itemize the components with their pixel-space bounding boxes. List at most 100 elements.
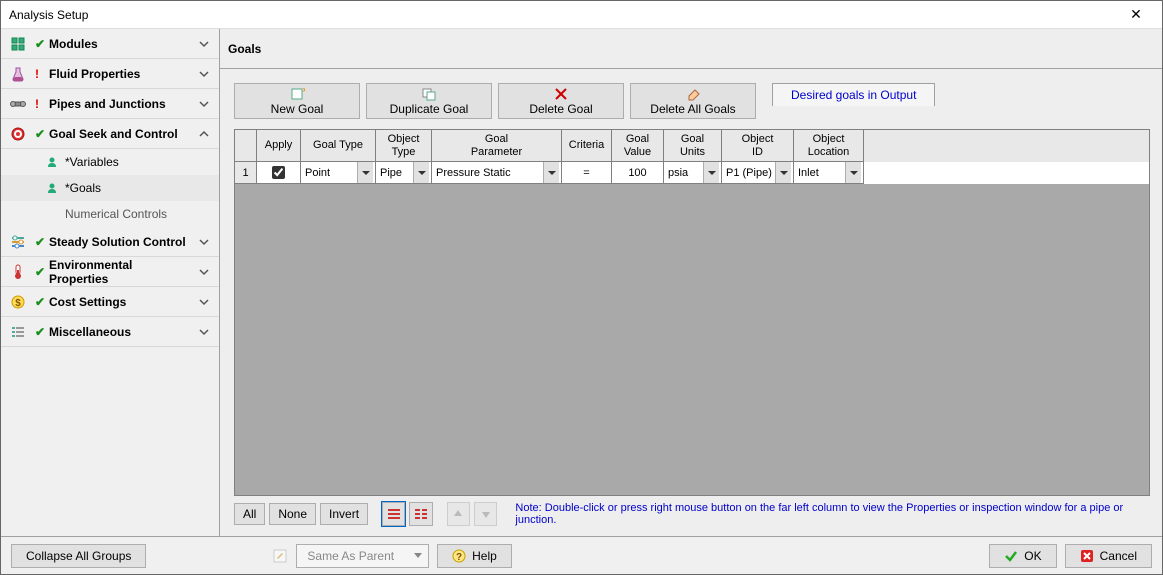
cell-goal-parameter[interactable]: Pressure Static (432, 162, 562, 184)
col-header-criteria[interactable]: Criteria (562, 130, 612, 162)
chevron-down-icon (197, 267, 211, 277)
chevron-down-icon (197, 99, 211, 109)
move-up-button[interactable] (447, 502, 470, 526)
sidebar-label: Steady Solution Control (49, 235, 189, 249)
cell-goal-value[interactable]: 100 (612, 162, 664, 184)
new-goal-button[interactable]: ✶ New Goal (234, 83, 360, 119)
sidebar-sub-label: *Variables (65, 155, 119, 169)
status-check-icon: ✔ (35, 37, 41, 51)
cell-object-type[interactable]: Pipe (376, 162, 432, 184)
sidebar: ✔ Modules ! Fluid Properties ! Pipes and… (1, 29, 220, 536)
same-as-parent-dropdown[interactable]: Same As Parent (296, 544, 429, 568)
main-header: Goals (220, 29, 1162, 69)
close-button[interactable]: ✕ (1116, 2, 1156, 28)
sidebar-item-fluid-properties[interactable]: ! Fluid Properties (1, 59, 219, 89)
cell-goal-type[interactable]: Point (301, 162, 376, 184)
tab-desired-goals-output[interactable]: Desired goals in Output (772, 83, 935, 106)
dropdown-button[interactable] (357, 162, 373, 183)
goals-grid: Apply Goal Type ObjectType GoalParameter… (234, 129, 1150, 496)
duplicate-goal-button[interactable]: Duplicate Goal (366, 83, 492, 119)
list-icon (9, 323, 27, 341)
sidebar-item-cost-settings[interactable]: $ ✔ Cost Settings (1, 287, 219, 317)
flask-icon (9, 65, 27, 83)
cancel-icon (1080, 549, 1094, 563)
tune-icon (9, 233, 27, 251)
ok-button[interactable]: OK (989, 544, 1056, 568)
toolbar: ✶ New Goal Duplicate Goal Delete Goal De… (234, 83, 1150, 119)
thermometer-icon (9, 263, 27, 281)
collapse-all-groups-button[interactable]: Collapse All Groups (11, 544, 146, 568)
col-header-object-type[interactable]: ObjectType (376, 130, 432, 162)
cell-object-id[interactable]: P1 (Pipe) (722, 162, 794, 184)
view-mode-2-button[interactable] (409, 502, 432, 526)
person-icon (45, 155, 59, 169)
delete-all-goals-button[interactable]: Delete All Goals (630, 83, 756, 119)
row-number[interactable]: 1 (235, 162, 257, 184)
chevron-down-icon (197, 327, 211, 337)
duplicate-icon (421, 87, 437, 101)
status-check-icon: ✔ (35, 235, 41, 249)
cancel-button[interactable]: Cancel (1065, 544, 1152, 568)
grid-header-row: Apply Goal Type ObjectType GoalParameter… (235, 130, 1149, 162)
svg-text:?: ? (456, 552, 462, 563)
edit-icon (272, 548, 288, 564)
sidebar-item-steady-solution[interactable]: ✔ Steady Solution Control (1, 227, 219, 257)
person-icon (45, 181, 59, 195)
chevron-down-icon (197, 297, 211, 307)
main-content: ✶ New Goal Duplicate Goal Delete Goal De… (220, 69, 1162, 536)
chevron-down-icon (197, 69, 211, 79)
cell-goal-units[interactable]: psia (664, 162, 722, 184)
status-check-icon: ✔ (35, 295, 41, 309)
footer: Collapse All Groups Same As Parent ? Hel… (1, 536, 1162, 574)
apply-checkbox[interactable] (272, 166, 285, 179)
col-header-goal-value[interactable]: GoalValue (612, 130, 664, 162)
dropdown-button[interactable] (775, 162, 791, 183)
cell-criteria[interactable]: = (562, 162, 612, 184)
sidebar-sub-label: *Goals (65, 181, 101, 195)
sidebar-sub-goals[interactable]: *Goals (1, 175, 219, 201)
dropdown-button[interactable] (413, 162, 429, 183)
col-header-object-id[interactable]: ObjectID (722, 130, 794, 162)
col-header-goal-type[interactable]: Goal Type (301, 130, 376, 162)
titlebar: Analysis Setup ✕ (1, 1, 1162, 29)
grid-body: 1 Point Pipe Pressure Static = 100 psia … (235, 162, 1149, 495)
move-down-button[interactable] (474, 502, 497, 526)
col-header-object-location[interactable]: ObjectLocation (794, 130, 864, 162)
dropdown-button[interactable] (845, 162, 861, 183)
select-all-button[interactable]: All (234, 503, 265, 525)
view-mode-1-button[interactable] (382, 502, 405, 526)
pipes-icon (9, 95, 27, 113)
sidebar-item-pipes-junctions[interactable]: ! Pipes and Junctions (1, 89, 219, 119)
sidebar-item-modules[interactable]: ✔ Modules (1, 29, 219, 59)
sidebar-label: Pipes and Junctions (49, 97, 189, 111)
sidebar-sub-numerical-controls[interactable]: Numerical Controls (1, 201, 219, 227)
sidebar-sub-variables[interactable]: *Variables (1, 149, 219, 175)
sidebar-item-environmental[interactable]: ✔ Environmental Properties (1, 257, 219, 287)
grid-note: Note: Double-click or press right mouse … (515, 502, 1150, 526)
select-none-button[interactable]: None (269, 503, 316, 525)
target-icon (9, 125, 27, 143)
help-button[interactable]: ? Help (437, 544, 512, 568)
cell-object-location[interactable]: Inlet (794, 162, 864, 184)
selection-bar: All None Invert Note: Double-click or pr… (234, 496, 1150, 536)
select-invert-button[interactable]: Invert (320, 503, 368, 525)
status-check-icon: ✔ (35, 127, 41, 141)
sidebar-item-miscellaneous[interactable]: ✔ Miscellaneous (1, 317, 219, 347)
check-icon (1004, 549, 1018, 563)
col-header-apply[interactable]: Apply (257, 130, 301, 162)
col-header-goal-parameter[interactable]: GoalParameter (432, 130, 562, 162)
help-icon: ? (452, 549, 466, 563)
dropdown-button[interactable] (703, 162, 719, 183)
col-header-goal-units[interactable]: GoalUnits (664, 130, 722, 162)
new-icon: ✶ (289, 87, 305, 101)
table-row[interactable]: 1 Point Pipe Pressure Static = 100 psia … (235, 162, 1149, 184)
delete-goal-button[interactable]: Delete Goal (498, 83, 624, 119)
sidebar-label: Goal Seek and Control (49, 127, 189, 141)
status-check-icon: ✔ (35, 265, 41, 279)
status-warning-icon: ! (35, 97, 41, 111)
col-header-rownum[interactable] (235, 130, 257, 162)
sidebar-item-goal-seek-control[interactable]: ✔ Goal Seek and Control (1, 119, 219, 149)
cell-apply[interactable] (257, 162, 301, 184)
dropdown-button[interactable] (543, 162, 559, 183)
status-check-icon: ✔ (35, 325, 41, 339)
